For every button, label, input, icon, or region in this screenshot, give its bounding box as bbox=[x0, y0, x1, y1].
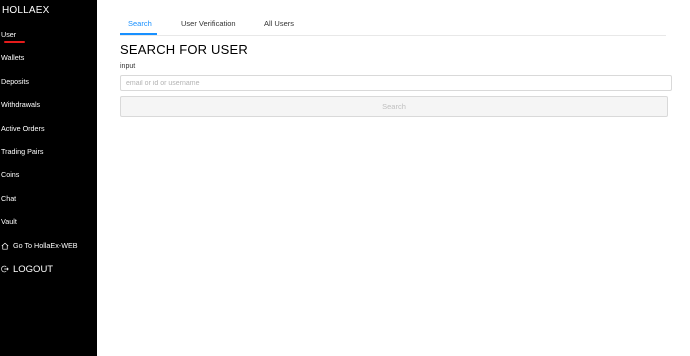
brand-logo: HOLLAEX bbox=[2, 5, 50, 16]
goto-web-label: Go To HollaEx-WEB bbox=[13, 241, 78, 250]
tab-search[interactable]: Search bbox=[128, 19, 152, 28]
sidebar-item-wallets[interactable]: Wallets bbox=[1, 53, 24, 62]
tab-user-verification-label: User Verification bbox=[181, 19, 236, 28]
sidebar-item-trading-pairs[interactable]: Trading Pairs bbox=[1, 147, 43, 156]
tab-search-label: Search bbox=[128, 19, 152, 28]
sidebar-item-user[interactable]: User bbox=[1, 30, 16, 39]
sidebar-item-coins[interactable]: Coins bbox=[1, 170, 19, 179]
tab-user-verification[interactable]: User Verification bbox=[181, 19, 236, 28]
goto-web-link[interactable]: Go To HollaEx-WEB bbox=[1, 241, 78, 250]
sidebar-item-chat[interactable]: Chat bbox=[1, 194, 16, 203]
tab-all-users[interactable]: All Users bbox=[264, 19, 294, 28]
logout-icon bbox=[1, 266, 9, 273]
main-content: Search User Verification All Users SEARC… bbox=[97, 0, 690, 356]
logout-label: LOGOUT bbox=[13, 264, 54, 275]
home-icon bbox=[1, 242, 9, 250]
tab-all-users-label: All Users bbox=[264, 19, 295, 28]
tab-ink-bar bbox=[120, 33, 157, 35]
input-label: input bbox=[120, 63, 136, 70]
search-button[interactable]: Search bbox=[120, 96, 668, 117]
sidebar: HOLLAEX User Wallets Deposits Withdrawal… bbox=[0, 0, 97, 356]
sidebar-item-withdrawals[interactable]: Withdrawals bbox=[1, 100, 40, 109]
sidebar-item-deposits[interactable]: Deposits bbox=[1, 77, 29, 86]
search-input[interactable] bbox=[120, 75, 672, 91]
page-title: SEARCH FOR USER bbox=[120, 42, 248, 57]
tab-bar: Search User Verification All Users bbox=[120, 19, 666, 36]
sidebar-item-vault[interactable]: Vault bbox=[1, 217, 17, 226]
active-indicator bbox=[4, 41, 25, 43]
sidebar-item-active-orders[interactable]: Active Orders bbox=[1, 124, 45, 133]
logout-button[interactable]: LOGOUT bbox=[1, 264, 53, 275]
